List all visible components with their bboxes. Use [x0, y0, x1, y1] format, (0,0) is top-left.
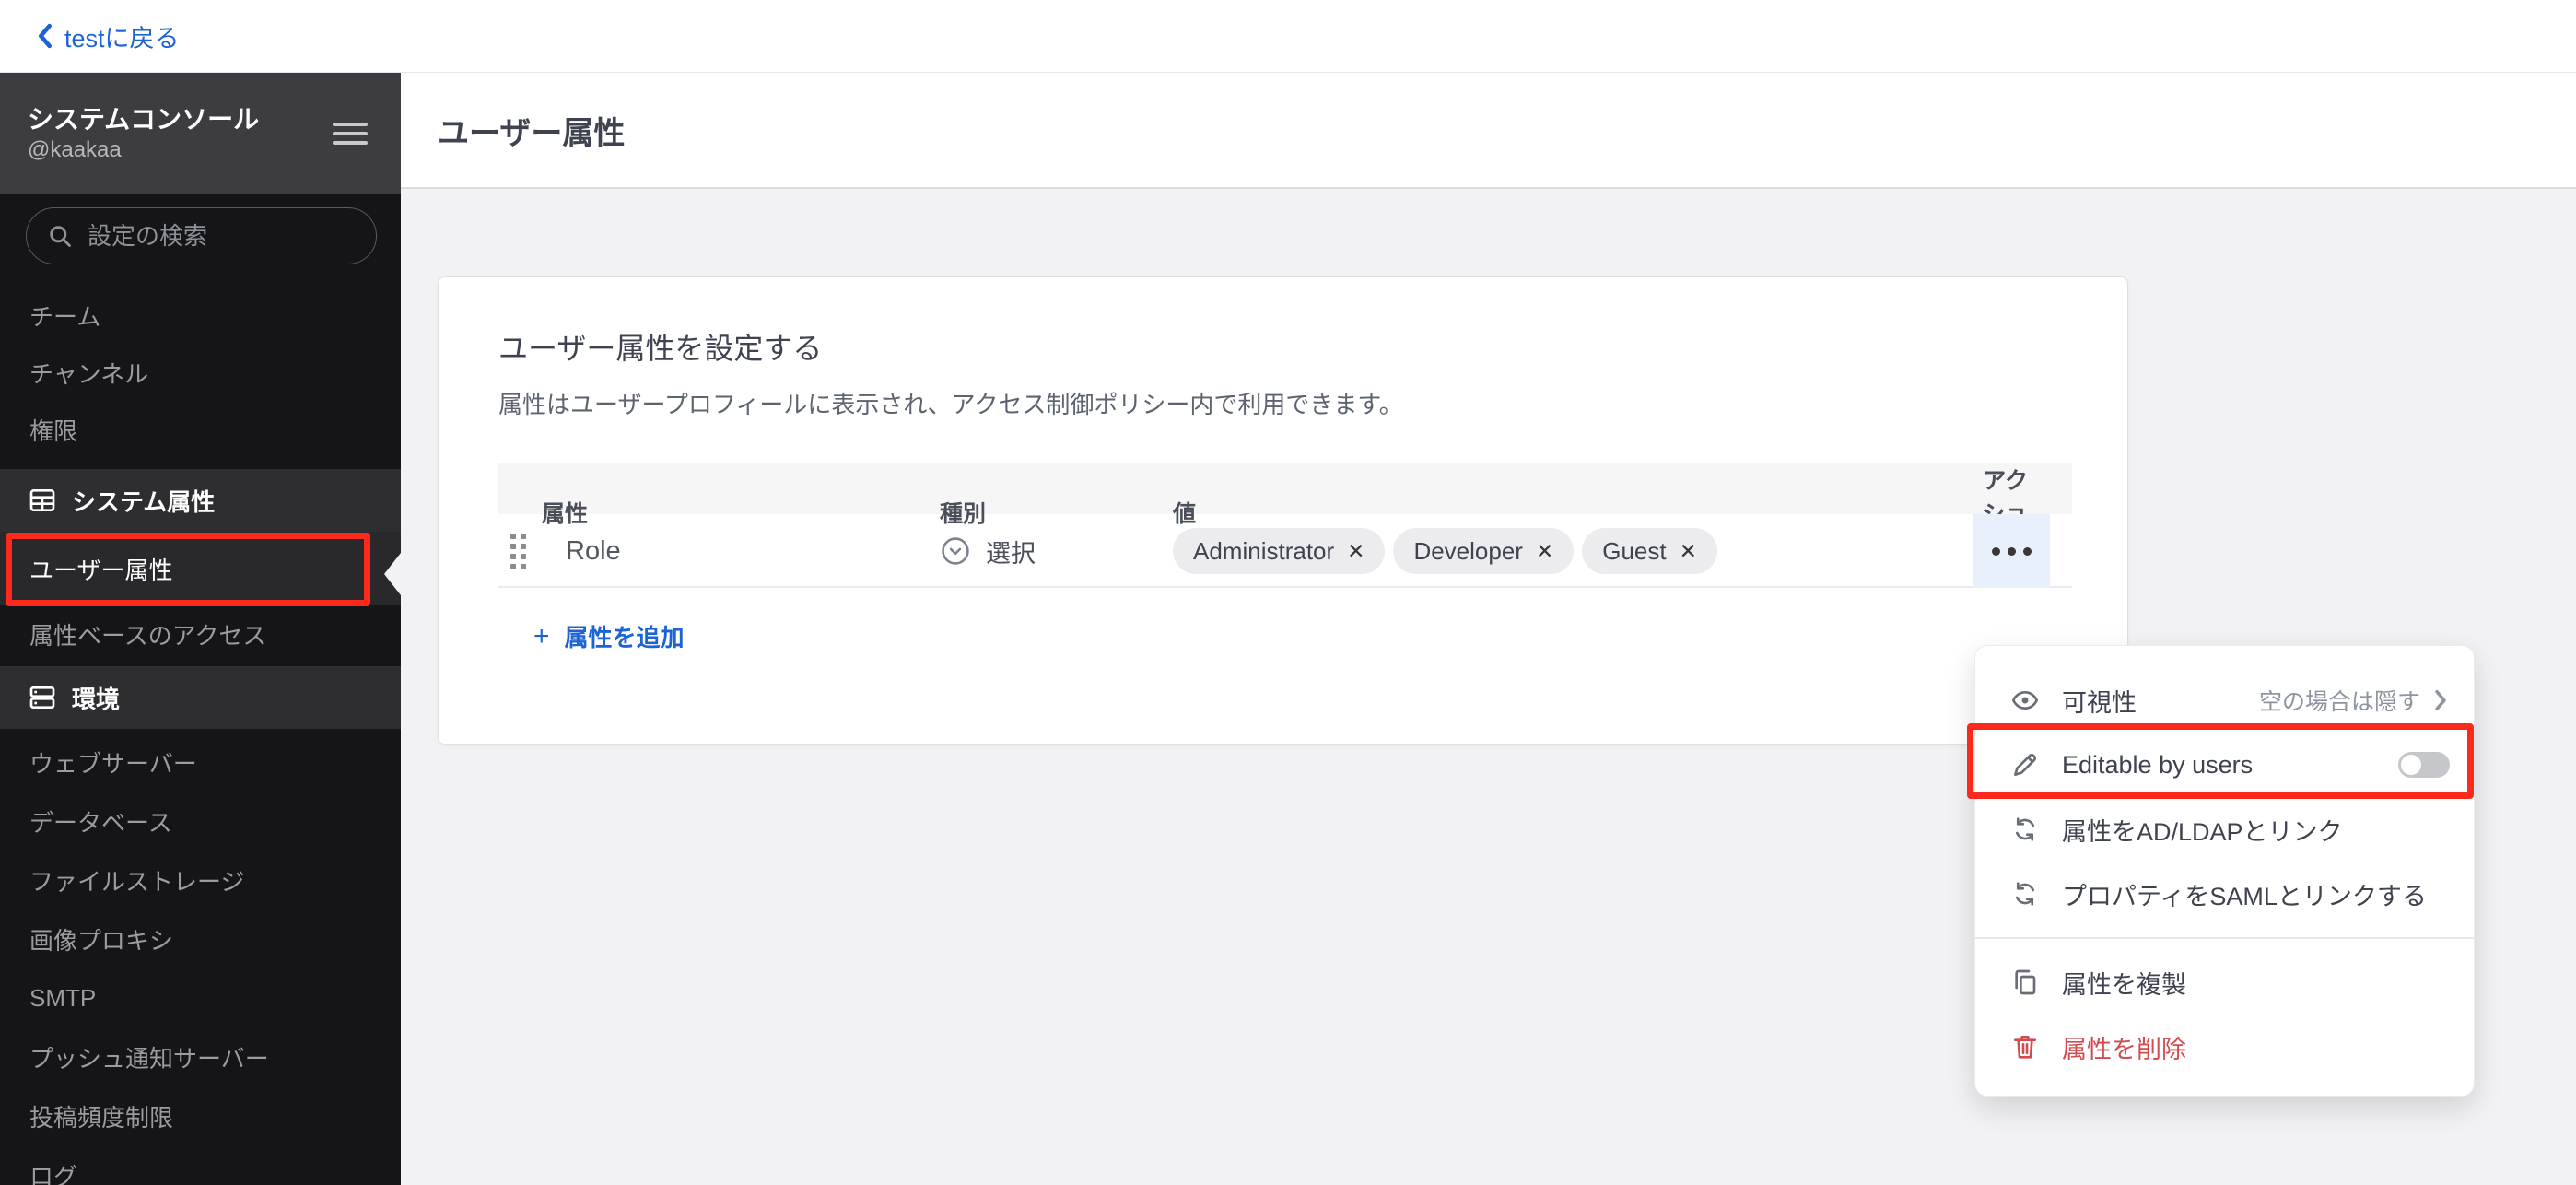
sidebar-item-web-server[interactable]: ウェブサーバー [0, 733, 401, 792]
settings-search-box[interactable] [26, 207, 377, 264]
card-description: 属性はユーザープロフィールに表示され、アクセス制御ポリシー内で利用できます。 [498, 391, 1403, 418]
system-console-sidebar: システムコンソール @kaakaa チーム チャンネル 権限 システム属性 ユー… [0, 73, 401, 1185]
menu-item-label: Editable by users [2062, 750, 2254, 779]
chip-label: Administrator [1193, 536, 1335, 565]
sync-icon [2016, 817, 2034, 841]
table-grid-icon [29, 489, 55, 511]
sidebar-item-database[interactable]: データベース [0, 792, 401, 851]
sidebar-item-attribute-based-access[interactable]: 属性ベースのアクセス [0, 605, 401, 663]
add-attribute-button[interactable]: + 属性を追加 [533, 619, 685, 653]
column-header-values: 値 [1173, 501, 1197, 527]
eye-icon [2011, 690, 2039, 710]
menu-item-link-saml[interactable]: プロパティをSAMLとリンクする [1975, 862, 2474, 926]
value-chip: Guest ✕ [1582, 528, 1717, 574]
drag-handle[interactable] [510, 533, 526, 569]
editable-toggle[interactable] [2398, 752, 2450, 778]
sidebar-item-smtp[interactable]: SMTP [0, 968, 401, 1027]
page-title: ユーザー属性 [438, 115, 626, 151]
add-attribute-label: 属性を追加 [564, 624, 685, 651]
chip-label: Developer [1413, 536, 1523, 565]
row-actions-menu: 可視性 空の場合は隠す Editable by users 属性をAD/LDAP… [1974, 645, 2475, 1097]
sidebar-item-push-notification-server[interactable]: プッシュ通知サーバー [0, 1027, 401, 1086]
attributes-table: 属性 種別 値 アクション Role 選択 [498, 463, 2072, 653]
table-header-row: 属性 種別 値 アクション [498, 463, 2072, 560]
more-dots-icon [1991, 546, 2000, 556]
close-icon[interactable]: ✕ [1680, 540, 1697, 562]
menu-divider [1975, 937, 2474, 939]
user-attributes-card: ユーザー属性を設定する 属性はユーザープロフィールに表示され、アクセス制御ポリシ… [438, 276, 2128, 745]
menu-hamburger-icon[interactable] [333, 117, 368, 150]
account-name: @kaakaa [28, 137, 122, 162]
sidebar-item-user-attributes[interactable]: ユーザー属性 [0, 532, 401, 605]
section-label: システム属性 [72, 487, 216, 516]
column-header-attribute: 属性 [542, 501, 589, 527]
search-icon [50, 226, 71, 247]
top-bar: testに戻る [0, 0, 2576, 73]
menu-item-editable-by-users[interactable]: Editable by users [1975, 733, 2474, 797]
page-header: ユーザー属性 [401, 73, 2576, 189]
menu-item-label: 属性を複製 [2062, 970, 2186, 999]
back-link-label: testに戻る [64, 24, 180, 53]
console-title: システムコンソール [28, 105, 260, 134]
pencil-icon [2014, 753, 2037, 776]
sidebar-item-permissions[interactable]: 権限 [0, 401, 401, 458]
chevron-right-icon [2435, 689, 2446, 711]
value-chip: Developer ✕ [1393, 528, 1575, 574]
select-type-icon [942, 537, 969, 565]
attribute-name: Role [566, 535, 621, 566]
menu-item-label: 可視性 [2062, 688, 2137, 717]
sidebar-item-image-proxy[interactable]: 画像プロキシ [0, 909, 401, 968]
attribute-type: 選択 [986, 539, 1036, 568]
close-icon[interactable]: ✕ [1536, 540, 1553, 562]
column-header-type: 種別 [940, 501, 987, 527]
selected-item-arrow [384, 553, 401, 595]
value-chip: Administrator ✕ [1173, 528, 1386, 574]
menu-item-label: 属性を削除 [2062, 1035, 2186, 1063]
trash-icon [2014, 1036, 2036, 1059]
menu-item-delete-attribute[interactable]: 属性を削除 [1975, 1015, 2474, 1079]
card-title: ユーザー属性を設定する [498, 332, 823, 365]
sidebar-header: システムコンソール @kaakaa [0, 73, 401, 194]
toggle-knob [2401, 755, 2421, 775]
page-content: ユーザー属性を設定する 属性はユーザープロフィールに表示され、アクセス制御ポリシ… [401, 189, 2576, 1185]
server-stack-icon [29, 686, 55, 709]
sidebar-section-system-attributes[interactable]: システム属性 [0, 469, 401, 532]
chevron-left-icon [38, 23, 52, 49]
section-label: 環境 [72, 685, 121, 713]
sidebar-nav: チーム チャンネル 権限 システム属性 ユーザー属性 属性ベースのアクセス 環境… [0, 287, 401, 1185]
sidebar-item-teams[interactable]: チーム [0, 287, 401, 344]
sidebar-item-file-storage[interactable]: ファイルストレージ [0, 851, 401, 909]
visibility-value: 空の場合は隠す [2258, 689, 2420, 715]
sidebar-section-environment[interactable]: 環境 [0, 666, 401, 729]
sidebar-item-logging[interactable]: ログ [0, 1145, 401, 1185]
menu-item-label: 属性をAD/LDAPとリンク [2062, 817, 2343, 846]
sync-icon [2016, 882, 2034, 906]
row-actions-button[interactable] [1973, 514, 2050, 588]
menu-item-link-ad-ldap[interactable]: 属性をAD/LDAPとリンク [1975, 797, 2474, 862]
menu-item-duplicate-attribute[interactable]: 属性を複製 [1975, 950, 2474, 1015]
close-icon[interactable]: ✕ [1347, 540, 1364, 562]
chip-label: Guest [1602, 536, 1667, 565]
menu-item-label: プロパティをSAMLとリンクする [2062, 882, 2427, 910]
sidebar-item-channels[interactable]: チャンネル [0, 344, 401, 401]
menu-item-visibility[interactable]: 可視性 空の場合は隠す [1975, 668, 2474, 733]
plus-icon: + [533, 620, 550, 651]
copy-icon [2015, 969, 2036, 995]
sidebar-item-rate-limiting[interactable]: 投稿頻度制限 [0, 1086, 401, 1145]
search-input[interactable] [88, 221, 356, 251]
back-to-team-link[interactable]: testに戻る [35, 18, 180, 54]
